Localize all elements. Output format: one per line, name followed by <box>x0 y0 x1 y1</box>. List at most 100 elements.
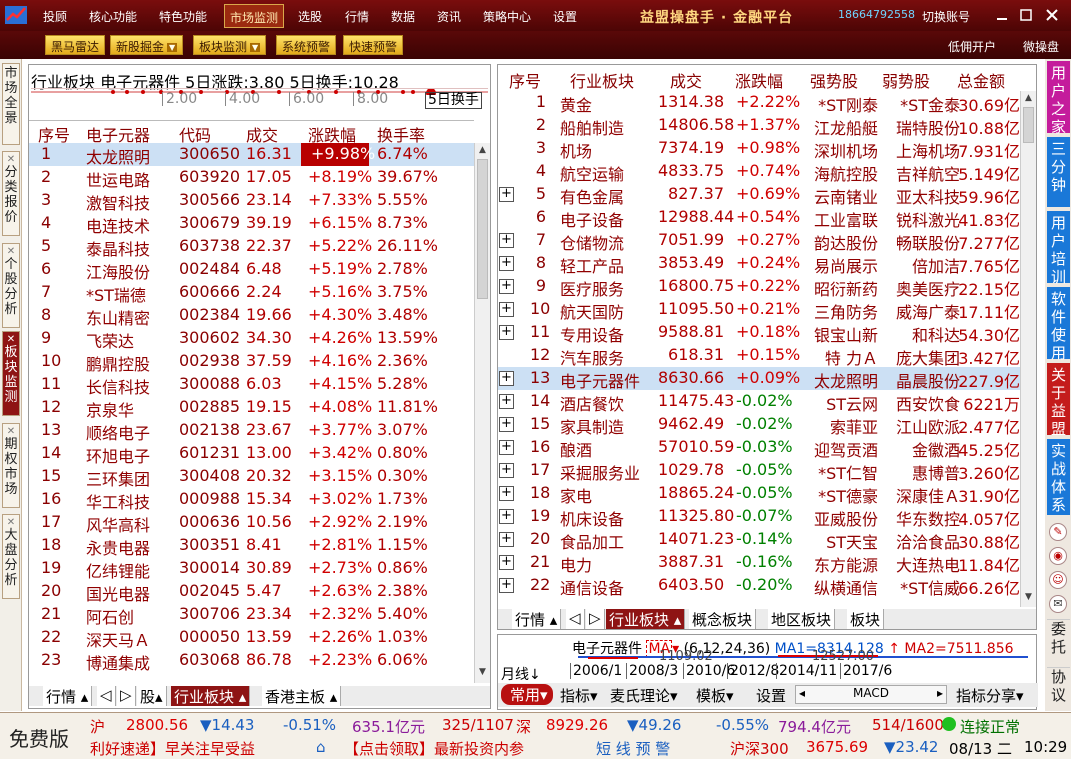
table-row[interactable]: +13 电子元器件 8630.66 +0.09% 太龙照明 晶晨股份 227.9亿 <box>498 367 1020 391</box>
menu-settings[interactable]: 设置 <box>553 8 577 25</box>
expand-icon[interactable]: + <box>499 233 514 248</box>
stock-list-scrollbar[interactable]: ▲ ▼ <box>474 143 490 683</box>
macd-indicator-bar[interactable]: ◂ MACD ▸ <box>795 685 947 704</box>
period-selector[interactable]: 月线↓ <box>501 664 541 684</box>
expand-icon[interactable]: + <box>499 417 514 432</box>
table-row[interactable]: 1 太龙照明 300650 16.31 +9.98% 6.74% <box>29 143 474 167</box>
table-row[interactable]: +21 电力 3887.31 -0.16% 东方能源 大连热电 11.84亿 <box>498 551 1020 575</box>
table-row[interactable]: 6 江海股份 002484 6.48 +5.19% 2.78% <box>29 258 474 282</box>
news-ticker-1[interactable]: 利好速递】早关注早受益 <box>90 738 255 759</box>
table-row[interactable]: 1 黄金 1314.38 +2.22% *ST刚泰 *ST金泰 30.69亿 <box>498 91 1020 115</box>
tab-region-sector[interactable]: 地区板块 <box>768 609 836 629</box>
tab-next-icon[interactable]: ▷ <box>117 686 136 706</box>
qq-icon[interactable]: ☺ <box>1049 571 1067 589</box>
side-link-user-home[interactable]: 用户之家 <box>1047 61 1070 136</box>
template-menu[interactable]: 模板▾ <box>696 685 734 706</box>
pen-icon[interactable]: ✎ <box>1049 523 1067 541</box>
col-header-index[interactable]: 序号 <box>509 68 541 92</box>
scroll-down-icon[interactable]: ▼ <box>476 667 489 679</box>
tab-market-overview[interactable]: 市场全景 <box>2 63 20 145</box>
common-button[interactable]: 常用▾ <box>501 684 553 705</box>
tab-stock-analysis[interactable]: ✕ 个股分析 <box>2 243 20 328</box>
expand-icon[interactable]: + <box>499 325 514 340</box>
table-row[interactable]: 2 船舶制造 14806.58 +1.37% 江龙船艇 瑞特股份 10.88亿 <box>498 114 1020 138</box>
scroll-down-icon[interactable]: ▼ <box>1022 592 1035 604</box>
tab-sector-more[interactable]: 板块 <box>847 609 885 629</box>
switch-account-link[interactable]: 切换账号 <box>922 8 970 25</box>
tab-next-icon[interactable]: ▷ <box>586 609 605 629</box>
tab-stock[interactable]: 股▴ <box>137 686 167 706</box>
table-row[interactable]: 23 博通集成 603068 86.78 +2.23% 6.06% <box>29 649 474 673</box>
tab-quote[interactable]: 行情 ▴ <box>512 609 562 629</box>
col-header-price[interactable]: 成交 <box>670 68 702 92</box>
expand-icon[interactable]: + <box>499 463 514 478</box>
table-row[interactable]: +19 机床设备 11325.80 -0.07% 亚威股份 华东数控 4.057亿 <box>498 505 1020 529</box>
dropdown-arrow-icon[interactable]: ▼ <box>250 43 261 52</box>
new-stock-button[interactable]: 新股掘金 ▼ <box>110 35 184 55</box>
micro-trade-link[interactable]: 微操盘 <box>1023 38 1059 55</box>
close-tab-icon[interactable]: ✕ <box>3 334 19 345</box>
tab-index-analysis[interactable]: ✕ 大盘分析 <box>2 514 20 599</box>
menu-news[interactable]: 资讯 <box>437 8 461 25</box>
table-row[interactable]: 3 激智科技 300566 23.14 +7.33% 5.55% <box>29 189 474 213</box>
expand-icon[interactable]: + <box>499 440 514 455</box>
table-row[interactable]: 22 深天马Ａ 000050 13.59 +2.26% 1.03% <box>29 626 474 650</box>
scroll-thumb[interactable] <box>1023 107 1034 143</box>
table-row[interactable]: +8 轻工产品 3853.49 +0.24% 易尚展示 倍加洁 7.765亿 <box>498 252 1020 276</box>
table-row[interactable]: +10 航天国防 11095.50 +0.21% 三角防务 威海广泰 17.11亿 <box>498 298 1020 322</box>
scroll-thumb[interactable] <box>477 159 488 299</box>
home-icon[interactable]: ⌂ <box>316 738 326 756</box>
tab-prev-icon[interactable]: ◁ <box>97 686 116 706</box>
table-row[interactable]: 18 永贵电器 300351 8.41 +2.81% 1.15% <box>29 534 474 558</box>
side-link-software-usage[interactable]: 软件使用 <box>1047 287 1070 362</box>
close-tab-icon[interactable]: ✕ <box>3 246 19 257</box>
table-row[interactable]: 21 阿石创 300706 23.34 +2.32% 5.40% <box>29 603 474 627</box>
news-ticker-2[interactable]: 【点击领取】最新投资内参 <box>344 738 524 759</box>
table-row[interactable]: 14 环旭电子 601231 13.00 +3.42% 0.80% <box>29 442 474 466</box>
menu-select-stock[interactable]: 选股 <box>298 8 322 25</box>
table-row[interactable]: 12 汽车服务 618.31 +0.15% 特 力Ａ 庞大集团 3.427亿 <box>498 344 1020 368</box>
system-alert-button[interactable]: 系统预警 <box>276 35 337 55</box>
close-icon[interactable] <box>1046 9 1058 21</box>
scroll-left-icon[interactable]: ◂ <box>796 686 805 700</box>
close-tab-icon[interactable]: ✕ <box>3 426 19 437</box>
scroll-right-icon[interactable]: ▸ <box>937 686 946 700</box>
table-row[interactable]: +18 家电 18865.24 -0.05% *ST德豪 深康佳Ａ 31.90亿 <box>498 482 1020 506</box>
tab-sector-monitor[interactable]: ✕ 板块监测 <box>2 331 20 416</box>
expand-icon[interactable]: + <box>499 394 514 409</box>
table-row[interactable]: 3 机场 7374.19 +0.98% 深圳机场 上海机场 7.931亿 <box>498 137 1020 161</box>
expand-icon[interactable]: + <box>499 578 514 593</box>
menu-tougu[interactable]: 投顾 <box>43 8 67 25</box>
menu-core[interactable]: 核心功能 <box>89 8 137 25</box>
table-row[interactable]: +7 仓储物流 7051.99 +0.27% 韵达股份 畅联股份 7.277亿 <box>498 229 1020 253</box>
menu-feature[interactable]: 特色功能 <box>159 8 207 25</box>
table-row[interactable]: 2 世运电路 603920 17.05 +8.19% 39.67% <box>29 166 474 190</box>
table-row[interactable]: 8 东山精密 002384 19.66 +4.30% 3.48% <box>29 304 474 328</box>
tab-industry-sector[interactable]: 行业板块 ▴ <box>171 686 251 706</box>
table-row[interactable]: 9 飞荣达 300602 34.30 +4.26% 13.59% <box>29 327 474 351</box>
tab-concept-sector[interactable]: 概念板块 <box>689 609 757 629</box>
indicator-menu[interactable]: 指标▾ <box>560 685 598 706</box>
tab-hk-main-board[interactable]: 香港主板 ▴ <box>262 686 342 706</box>
table-row[interactable]: +22 通信设备 6403.50 -0.20% 纵横通信 *ST信威 66.26亿 <box>498 574 1020 598</box>
table-row[interactable]: +20 食品加工 14071.23 -0.14% ST天宝 洽洽食品 30.88亿 <box>498 528 1020 552</box>
menu-data[interactable]: 数据 <box>391 8 415 25</box>
side-link-about[interactable]: 关于益盟 <box>1047 363 1070 438</box>
table-row[interactable]: 10 鹏鼎控股 002938 37.59 +4.16% 2.36% <box>29 350 474 374</box>
table-row[interactable]: 19 亿纬锂能 300014 30.89 +2.73% 0.86% <box>29 557 474 581</box>
expand-icon[interactable]: + <box>499 371 514 386</box>
col-header-sector[interactable]: 行业板块 <box>570 68 634 92</box>
expand-icon[interactable]: + <box>499 486 514 501</box>
indicator-share-menu[interactable]: 指标分享▾ <box>956 685 1024 706</box>
table-row[interactable]: 11 长信科技 300088 6.03 +4.15% 5.28% <box>29 373 474 397</box>
menu-strategy[interactable]: 策略中心 <box>483 8 531 25</box>
scroll-up-icon[interactable]: ▲ <box>476 145 489 157</box>
tab-classified-quote[interactable]: ✕ 分类报价 <box>2 151 20 236</box>
table-row[interactable]: +9 医疗服务 16800.75 +0.22% 昭衍新药 奥美医疗 22.15亿 <box>498 275 1020 299</box>
sector-list-scrollbar[interactable]: ▲ ▼ <box>1020 91 1036 607</box>
tab-options-market[interactable]: ✕ 期权市场 <box>2 423 20 508</box>
short-line-alert[interactable]: 短 线 预 警 <box>596 738 670 759</box>
table-row[interactable]: +15 家具制造 9462.49 -0.02% 索菲亚 江山欧派 2.477亿 <box>498 413 1020 437</box>
tab-quote[interactable]: 行情 ▴ <box>43 686 93 706</box>
expand-icon[interactable]: + <box>499 532 514 547</box>
